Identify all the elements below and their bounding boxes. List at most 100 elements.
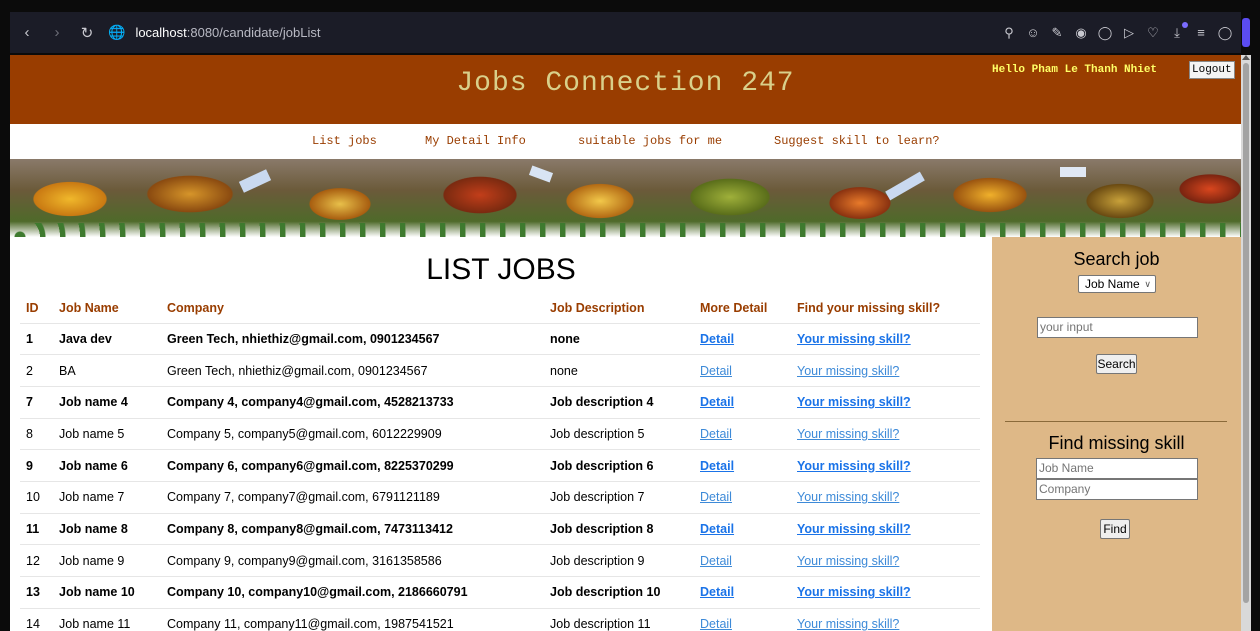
cell-company: Company 6, company6@gmail.com, 822537029… xyxy=(161,449,544,482)
search-field-select[interactable]: Job Name ∨ xyxy=(1078,275,1156,293)
cell-job-name: Java dev xyxy=(53,322,161,355)
detail-link[interactable]: Detail xyxy=(700,490,732,504)
page-scrollbar[interactable] xyxy=(1241,55,1251,631)
table-row: 14 Job name 11 Company 11, company11@gmail… xyxy=(20,607,980,631)
missing-skill-link[interactable]: Your missing skill? xyxy=(797,617,899,631)
cell-id: 7 xyxy=(20,385,53,419)
detail-link[interactable]: Detail xyxy=(700,522,734,536)
emoji-icon[interactable]: ☺ xyxy=(1025,25,1041,41)
cell-id: 9 xyxy=(20,449,53,482)
main-menu: List jobs My Detail Info suitable jobs f… xyxy=(10,124,1241,159)
menu-item-list-jobs[interactable]: List jobs xyxy=(312,134,377,148)
missing-skill-link[interactable]: Your missing skill? xyxy=(797,554,899,568)
find-button[interactable]: Find xyxy=(1100,519,1130,539)
missing-skill-link[interactable]: Your missing skill? xyxy=(797,395,911,409)
heart-icon[interactable]: ♡ xyxy=(1145,25,1161,41)
table-header-row: ID Job Name Company Job Description More… xyxy=(20,293,980,323)
cell-description: Job description 4 xyxy=(544,385,694,419)
column-header-missing-skill: Find your missing skill? xyxy=(797,300,941,315)
cell-job-name: Job name 10 xyxy=(53,576,161,609)
table-row: 10 Job name 7 Company 7, company7@gmail.co… xyxy=(20,480,980,514)
camera-icon[interactable]: ◉ xyxy=(1073,25,1089,41)
table-row: 12 Job name 9 Company 9, company9@gmail.co… xyxy=(20,544,980,577)
job-name-field[interactable]: Job Name xyxy=(1036,458,1198,479)
job-list-section: LIST JOBS ID Job Name Company Job Descri… xyxy=(10,237,992,631)
cell-id: 8 xyxy=(20,417,53,450)
cell-description: Job description 8 xyxy=(544,512,694,545)
logout-button[interactable]: Logout xyxy=(1189,61,1235,79)
missing-skill-link[interactable]: Your missing skill? xyxy=(797,332,911,346)
column-header-description: Job Description xyxy=(550,300,645,315)
missing-skill-link[interactable]: Your missing skill? xyxy=(797,585,911,599)
forward-icon[interactable]: › xyxy=(44,20,70,46)
cell-id: 10 xyxy=(20,480,53,514)
missing-skill-link[interactable]: Your missing skill? xyxy=(797,522,911,536)
cell-company: Company 8, company8@gmail.com, 747311341… xyxy=(161,512,544,545)
detail-link[interactable]: Detail xyxy=(700,617,732,631)
cell-description: Job description 9 xyxy=(544,544,694,577)
search-input[interactable]: your input xyxy=(1037,317,1198,338)
table-row: 8 Job name 5 Company 5, company5@gmail.com… xyxy=(20,417,980,450)
table-row: 7 Job name 4 Company 4, company4@gmail.com… xyxy=(20,385,980,419)
cell-company: Green Tech, nhiethiz@gmail.com, 09012345… xyxy=(161,322,544,355)
reload-icon[interactable]: ↻ xyxy=(74,20,100,46)
cell-id: 2 xyxy=(20,354,53,387)
column-header-job-name: Job Name xyxy=(59,300,119,315)
cell-description: Job description 7 xyxy=(544,480,694,514)
address-bar[interactable]: 🌐 localhost:8080/candidate/jobList xyxy=(108,24,320,41)
shield-icon[interactable]: ◯ xyxy=(1097,25,1113,41)
back-icon[interactable]: ‹ xyxy=(14,20,40,46)
cell-description: Job description 11 xyxy=(544,607,694,631)
menu-item-suitable-jobs[interactable]: suitable jobs for me xyxy=(578,134,722,148)
user-greeting: Hello Pham Le Thanh Nhiet xyxy=(992,64,1158,76)
cell-company: Company 10, company10@gmail.com, 2186660… xyxy=(161,576,544,609)
detail-link[interactable]: Detail xyxy=(700,427,732,441)
cell-description: Job description 10 xyxy=(544,576,694,609)
cell-id: 1 xyxy=(20,322,53,355)
missing-skill-link[interactable]: Your missing skill? xyxy=(797,490,899,504)
cell-job-name: Job name 4 xyxy=(53,385,161,419)
cell-job-name: Job name 8 xyxy=(53,512,161,545)
search-button[interactable]: Search xyxy=(1096,354,1137,374)
column-header-more-detail: More Detail xyxy=(700,300,768,315)
detail-link[interactable]: Detail xyxy=(700,332,734,346)
play-icon[interactable]: ▷ xyxy=(1121,25,1137,41)
company-field[interactable]: Company xyxy=(1036,479,1198,500)
missing-skill-link[interactable]: Your missing skill? xyxy=(797,427,899,441)
cell-id: 12 xyxy=(20,544,53,577)
menu-icon[interactable]: ≡ xyxy=(1193,25,1209,41)
scroll-up-icon[interactable] xyxy=(1242,55,1250,60)
cell-job-name: Job name 9 xyxy=(53,544,161,577)
cell-description: Job description 5 xyxy=(544,417,694,450)
search-job-title: Search job xyxy=(1073,249,1160,269)
menu-item-my-detail[interactable]: My Detail Info xyxy=(425,134,526,148)
cell-id: 14 xyxy=(20,607,53,631)
browser-toolbar: ‹ › ↻ 🌐 localhost:8080/candidate/jobList… xyxy=(10,12,1241,53)
edit-icon[interactable]: ✎ xyxy=(1049,25,1065,41)
cell-company: Company 5, company5@gmail.com, 601222990… xyxy=(161,417,544,450)
scrollbar-thumb[interactable] xyxy=(1243,63,1249,603)
detail-link[interactable]: Detail xyxy=(700,395,734,409)
cell-description: none xyxy=(544,354,694,387)
detail-link[interactable]: Detail xyxy=(700,585,734,599)
search-sidebar: Search job Job Name ∨ your input Search … xyxy=(992,237,1241,631)
cell-company: Company 4, company4@gmail.com, 452821373… xyxy=(161,385,544,419)
menu-item-suggest-skill[interactable]: Suggest skill to learn? xyxy=(774,134,940,148)
cell-id: 11 xyxy=(20,512,53,545)
detail-link[interactable]: Detail xyxy=(700,554,732,568)
table-row: 2 BA Green Tech, nhiethiz@gmail.com, 09012… xyxy=(20,354,980,387)
detail-link[interactable]: Detail xyxy=(700,459,734,473)
missing-skill-link[interactable]: Your missing skill? xyxy=(797,459,911,473)
cell-company: Company 9, company9@gmail.com, 316135858… xyxy=(161,544,544,577)
cell-job-name: Job name 11 xyxy=(53,607,161,631)
detail-link[interactable]: Detail xyxy=(700,364,732,378)
site-header: Jobs Connection 247 Hello Pham Le Thanh … xyxy=(10,55,1241,124)
sidebar-toggle[interactable] xyxy=(1242,18,1250,47)
profile-icon[interactable]: ◯ xyxy=(1217,25,1233,41)
missing-skill-link[interactable]: Your missing skill? xyxy=(797,364,899,378)
search-icon[interactable]: ⚲ xyxy=(1001,25,1017,41)
download-icon[interactable]: ⤓ xyxy=(1169,21,1188,41)
table-row: 9 Job name 6 Company 6, company6@gmail.com… xyxy=(20,449,980,482)
cell-job-name: BA xyxy=(53,354,161,387)
sidebar-divider xyxy=(1005,421,1227,422)
